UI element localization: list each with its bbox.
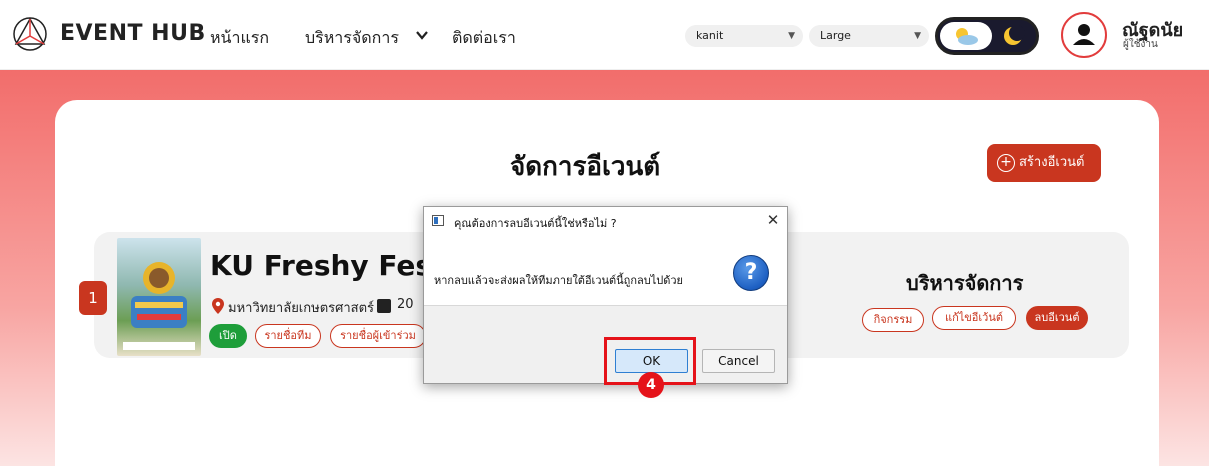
window-icon (432, 215, 444, 226)
plus-circle-icon: + (997, 154, 1015, 172)
step-badge: 4 (638, 372, 664, 398)
team-list-button[interactable]: รายชื่อทีม (255, 324, 321, 348)
event-poster-art (123, 262, 195, 350)
status-badge[interactable]: เปิด (209, 324, 247, 348)
nav-home[interactable]: หน้าแรก (210, 26, 269, 51)
brand-name[interactable]: EVENT HUB (60, 21, 206, 46)
avatar[interactable] (1061, 12, 1107, 58)
event-date: 20 (397, 297, 414, 312)
moon-icon[interactable] (998, 22, 1030, 50)
manage-title: บริหารจัดการ (906, 271, 1024, 295)
create-event-label: สร้างอีเวนต์ (1019, 155, 1085, 170)
font-select-value: kanit (696, 29, 724, 42)
event-location: มหาวิทยาลัยเกษตรศาสตร์ (228, 301, 375, 316)
font-select[interactable]: kanit ▼ (685, 25, 803, 47)
navbar: EVENT HUB หน้าแรก บริหารจัดการ ติดต่อเรา… (0, 0, 1209, 70)
dialog-message: หากลบแล้วจะส่งผลให้ทีมภายใต้อีเวนต์นี้ถู… (434, 274, 684, 287)
calendar-icon (377, 299, 391, 313)
nav-manage[interactable]: บริหารจัดการ (305, 26, 399, 51)
close-icon[interactable]: ✕ (764, 211, 782, 229)
question-icon: ? (733, 255, 769, 291)
size-select[interactable]: Large ▼ (809, 25, 929, 47)
page-title: จัดการอีเวนต์ (510, 152, 661, 182)
create-event-button[interactable]: + สร้างอีเวนต์ (987, 144, 1101, 182)
pin-icon (212, 298, 224, 314)
theme-toggle[interactable] (935, 17, 1039, 55)
event-title: KU Freshy Fest (210, 249, 446, 282)
user-role: ผู้ใช้งาน (1123, 39, 1158, 50)
delete-event-button[interactable]: ลบอีเวนต์ (1026, 306, 1088, 330)
activity-button[interactable]: กิจกรรม (862, 308, 924, 332)
dropdown-arrow-icon: ▼ (914, 31, 921, 41)
dialog-titlebar[interactable]: คุณต้องการลบอีเวนต์นี้ใช่หรือไม่ ? ✕ (424, 207, 787, 235)
size-select-value: Large (820, 29, 851, 42)
edit-event-button[interactable]: แก้ไขอีเว้นต์ (932, 306, 1016, 330)
chevron-down-icon[interactable] (414, 27, 430, 43)
event-poster[interactable] (117, 238, 201, 356)
dropdown-arrow-icon: ▼ (788, 31, 795, 41)
attendee-list-button[interactable]: รายชื่อผู้เข้าร่วม (330, 324, 426, 348)
sun-cloud-icon (956, 28, 978, 45)
user-icon (1073, 24, 1095, 45)
event-index-badge: 1 (79, 281, 107, 315)
dialog-title: คุณต้องการลบอีเวนต์นี้ใช่หรือไม่ ? (454, 217, 617, 230)
logo-icon[interactable] (12, 16, 48, 52)
nav-contact[interactable]: ติดต่อเรา (452, 26, 516, 51)
light-mode-option[interactable] (940, 22, 992, 50)
cancel-button[interactable]: Cancel (702, 349, 775, 373)
